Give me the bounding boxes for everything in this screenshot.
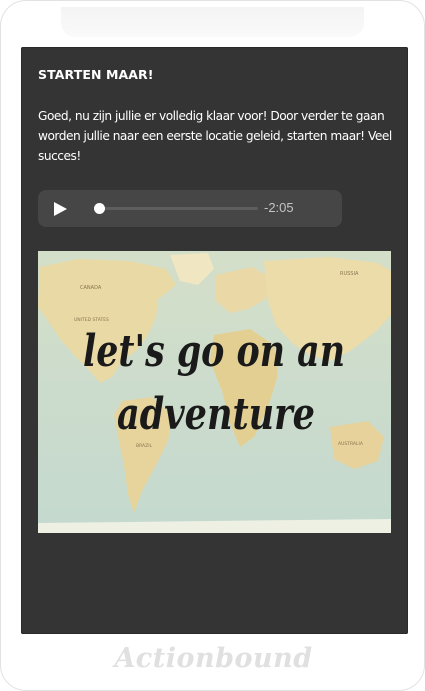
- play-icon: [54, 202, 67, 216]
- audio-seek-bar[interactable]: [93, 203, 258, 214]
- audio-player: -2:05: [38, 190, 342, 227]
- world-map-illustration: CANADA UNITED STATES RUSSIA BRAZIL AUSTR…: [38, 251, 391, 533]
- audio-seek-handle[interactable]: [93, 203, 105, 214]
- map-label-canada: CANADA: [80, 285, 102, 291]
- step-card: STARTEN MAAR! Goed, nu zijn jullie er vo…: [21, 47, 408, 634]
- device-frame: STARTEN MAAR! Goed, nu zijn jullie er vo…: [0, 0, 425, 691]
- step-title: STARTEN MAAR!: [38, 67, 154, 82]
- step-description: Goed, nu zijn jullie er volledig klaar v…: [38, 109, 392, 163]
- device-top-bezel: [61, 7, 364, 37]
- adventure-text-line2: adventure: [117, 389, 315, 440]
- map-label-russia: RUSSIA: [340, 271, 359, 277]
- audio-time-remaining: -2:05: [264, 200, 294, 215]
- adventure-image: CANADA UNITED STATES RUSSIA BRAZIL AUSTR…: [38, 251, 391, 533]
- map-label-us: UNITED STATES: [74, 317, 109, 323]
- adventure-text-line1: let's go on an: [83, 326, 345, 377]
- play-button[interactable]: [50, 199, 70, 219]
- map-label-brazil: BRAZIL: [136, 443, 153, 449]
- actionbound-logo: Actionbound: [114, 643, 313, 674]
- map-label-australia: AUSTRALIA: [338, 441, 364, 447]
